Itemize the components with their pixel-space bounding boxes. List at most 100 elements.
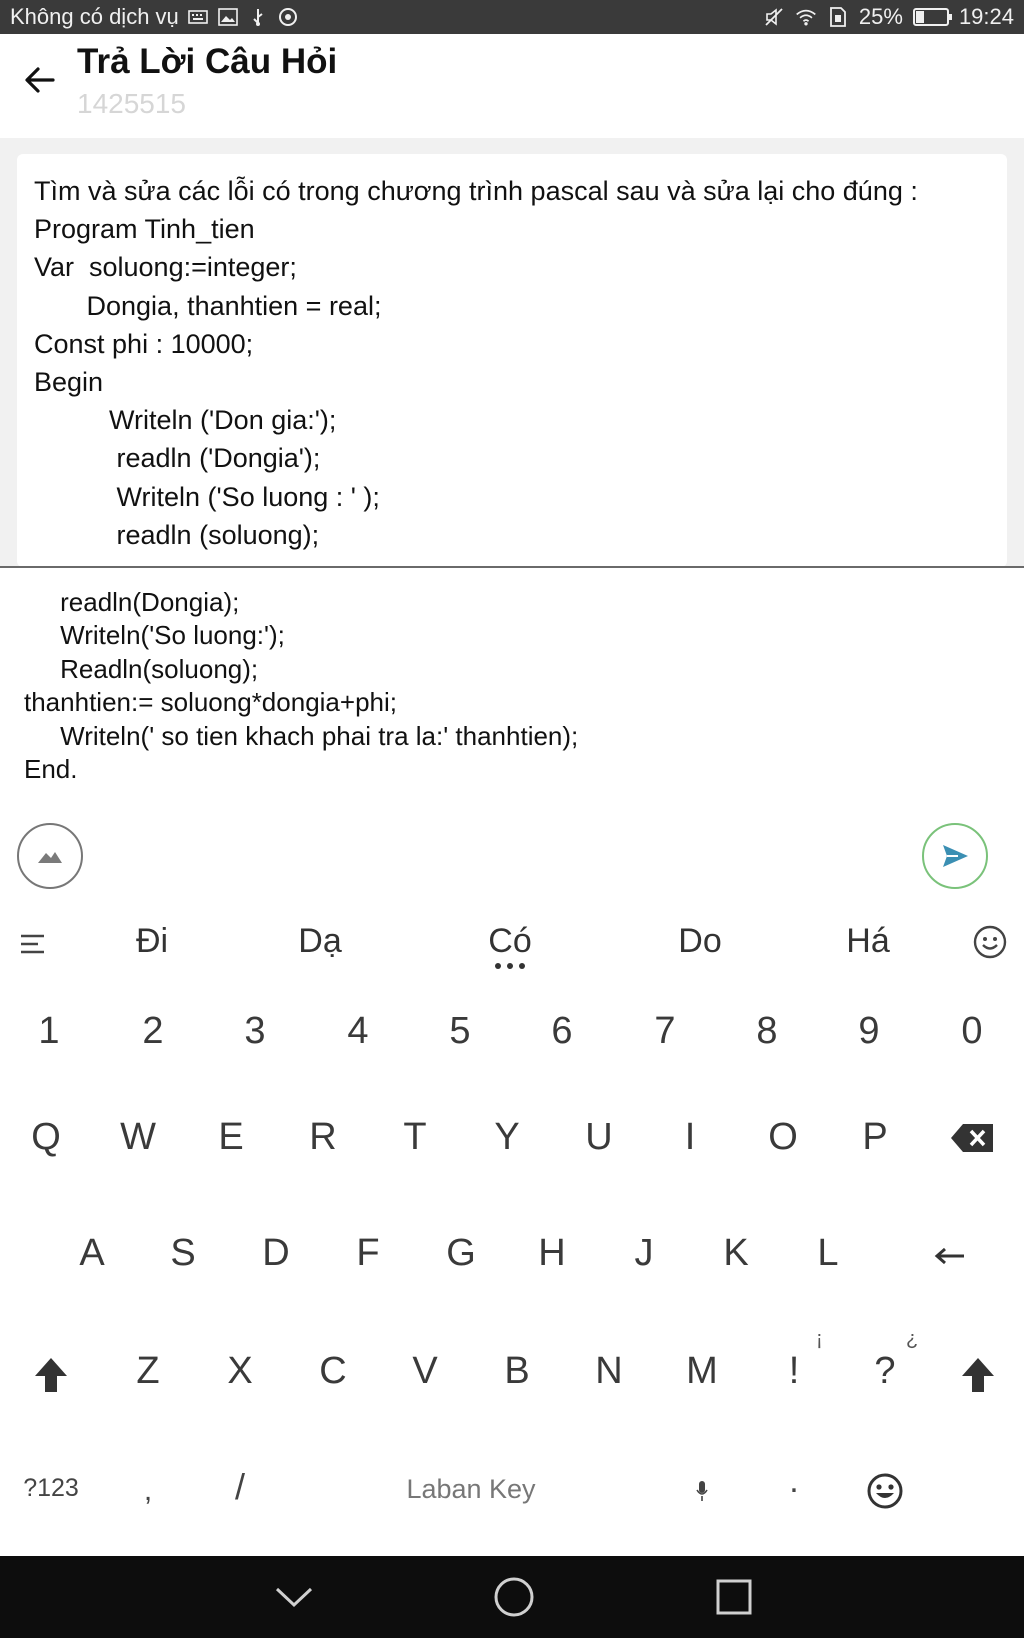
key-6[interactable]: 6: [551, 1010, 572, 1053]
mountain-icon: [38, 852, 62, 863]
alt-char-inverted-exclamation: ¡: [816, 1328, 823, 1350]
arrow-left-icon: [25, 67, 55, 93]
battery-percent: 25%: [858, 4, 903, 29]
enter-icon[interactable]: [932, 1244, 968, 1268]
key-e[interactable]: E: [218, 1116, 243, 1159]
question-line: Writeln ('So luong : ' );: [34, 481, 380, 512]
key-i[interactable]: I: [685, 1116, 696, 1159]
more-dots-icon: [495, 963, 525, 969]
emoji-icon[interactable]: [972, 924, 1008, 960]
square-icon: [716, 1579, 752, 1615]
suggestion-1[interactable]: Đi: [136, 922, 168, 961]
key-c[interactable]: C: [319, 1350, 346, 1393]
usb-icon: [247, 6, 269, 28]
question-line: Writeln ('Don gia:');: [34, 405, 337, 436]
key-9[interactable]: 9: [858, 1010, 879, 1053]
divider: [0, 566, 1024, 568]
status-bar: Không có dịch vụ 25% 19:24: [0, 0, 1024, 34]
answer-line: thanhtien:= soluong*dongia+phi;: [24, 687, 397, 718]
answer-input[interactable]: readln(Dongia); Writeln('So luong:'); Re…: [24, 586, 1014, 786]
key-3[interactable]: 3: [244, 1010, 265, 1053]
carrier-text: Không có dịch vụ: [10, 4, 179, 29]
key-o[interactable]: O: [768, 1116, 798, 1159]
space-key[interactable]: Laban Key: [406, 1474, 535, 1505]
back-button[interactable]: [18, 58, 62, 102]
alt-char-inverted-question: ¿: [906, 1328, 919, 1350]
chevron-down-icon: [275, 1587, 313, 1608]
question-line: Program Tinh_tien: [34, 214, 255, 245]
question-line: Begin: [34, 367, 104, 398]
key-n[interactable]: N: [595, 1350, 622, 1393]
question-area: Tìm và sửa các lỗi có trong chương trình…: [0, 138, 1024, 567]
wifi-icon: [795, 6, 817, 28]
recents-button[interactable]: [709, 1572, 759, 1622]
key-p[interactable]: P: [862, 1116, 887, 1159]
key-y[interactable]: Y: [494, 1116, 519, 1159]
slash-key[interactable]: /: [235, 1466, 245, 1508]
page-title: Trả Lời Câu Hỏi: [77, 42, 338, 81]
key-x[interactable]: X: [227, 1350, 252, 1393]
key-a[interactable]: A: [79, 1232, 104, 1275]
key-d[interactable]: D: [262, 1232, 289, 1275]
backspace-icon[interactable]: [949, 1122, 995, 1154]
send-icon: [943, 845, 968, 867]
key-5[interactable]: 5: [449, 1010, 470, 1053]
key-v[interactable]: V: [412, 1350, 437, 1393]
emoji-key-icon[interactable]: [866, 1472, 904, 1510]
key-g[interactable]: G: [446, 1232, 476, 1275]
key-r[interactable]: R: [309, 1116, 336, 1159]
key-4[interactable]: 4: [347, 1010, 368, 1053]
key-j[interactable]: J: [635, 1232, 654, 1275]
home-button[interactable]: [489, 1572, 539, 1622]
back-nav-button[interactable]: [269, 1572, 319, 1622]
key-l[interactable]: L: [817, 1232, 838, 1275]
key-h[interactable]: H: [538, 1232, 565, 1275]
home-circle-icon: [494, 1577, 534, 1617]
key-2[interactable]: 2: [142, 1010, 163, 1053]
shift-icon[interactable]: [33, 1356, 69, 1394]
key-q[interactable]: Q: [31, 1116, 61, 1159]
key-f[interactable]: F: [356, 1232, 379, 1275]
chrome-icon: [277, 6, 299, 28]
suggestion-5[interactable]: Há: [846, 922, 889, 961]
answer-line: readln(Dongia);: [24, 587, 240, 617]
suggestion-bar: Đi Dạ Có Do Há: [0, 900, 1024, 988]
key-7[interactable]: 7: [654, 1010, 675, 1053]
key-u[interactable]: U: [585, 1116, 612, 1159]
period-key[interactable]: .: [789, 1462, 798, 1501]
shift-right-icon[interactable]: [960, 1356, 996, 1394]
key-t[interactable]: T: [403, 1116, 426, 1159]
key-question[interactable]: ?: [874, 1350, 895, 1393]
keyboard: Đi Dạ Có Do Há 1 2 3 4 5 6 7 8 9 0 Q W E…: [0, 900, 1024, 1556]
key-m[interactable]: M: [686, 1350, 718, 1393]
attach-image-button[interactable]: [17, 823, 83, 889]
comma-key[interactable]: ,: [144, 1474, 152, 1508]
question-line: readln (soluong);: [34, 519, 320, 550]
answer-line: Writeln('So luong:');: [24, 620, 285, 651]
key-exclamation[interactable]: !: [789, 1350, 800, 1393]
question-line: readln ('Dongia');: [34, 443, 321, 474]
question-id: 1425515: [77, 88, 187, 119]
keyboard-icon: [187, 6, 209, 28]
send-button[interactable]: [922, 823, 988, 889]
suggestion-3[interactable]: Có: [488, 922, 531, 961]
key-b[interactable]: B: [504, 1350, 529, 1393]
menu-icon[interactable]: [16, 926, 52, 962]
key-0[interactable]: 0: [961, 1010, 982, 1053]
key-w[interactable]: W: [120, 1116, 156, 1159]
question-line: Var soluong:=integer;: [34, 252, 297, 283]
key-s[interactable]: S: [170, 1232, 195, 1275]
key-8[interactable]: 8: [756, 1010, 777, 1053]
question-line: Tìm và sửa các lỗi có trong chương trình…: [34, 176, 918, 206]
question-card[interactable]: Tìm và sửa các lỗi có trong chương trình…: [17, 154, 1007, 567]
suggestion-2[interactable]: Dạ: [298, 922, 341, 961]
key-1[interactable]: 1: [38, 1010, 59, 1053]
suggestion-4[interactable]: Do: [678, 922, 721, 961]
symbols-key[interactable]: ?123: [23, 1474, 79, 1503]
microphone-icon[interactable]: [695, 1480, 709, 1502]
clock: 19:24: [958, 4, 1014, 29]
answer-line: Writeln(' so tien khach phai tra la:' th…: [24, 720, 579, 751]
key-k[interactable]: K: [723, 1232, 748, 1275]
key-z[interactable]: Z: [136, 1350, 159, 1393]
app-header: Trả Lời Câu Hỏi 1425515: [0, 34, 1024, 138]
